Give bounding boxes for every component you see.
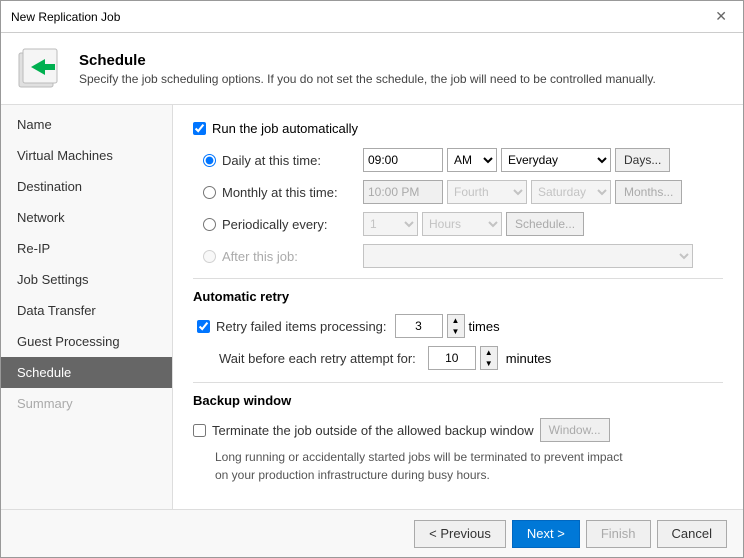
header-description: Specify the job scheduling options. If y…: [79, 72, 656, 86]
wait-unit: minutes: [506, 351, 552, 366]
retry-failed-row: Retry failed items processing: ▲ ▼ times: [193, 314, 723, 338]
daily-row: Daily at this time: AM PM Everyday Weekd…: [193, 148, 723, 172]
wait-spinner: ▲ ▼: [480, 346, 498, 370]
divider-2: [193, 382, 723, 383]
body: Name Virtual Machines Destination Networ…: [1, 105, 743, 509]
daily-ampm-select[interactable]: AM PM: [447, 148, 497, 172]
run-auto-row: Run the job automatically: [193, 121, 723, 136]
retry-times-up[interactable]: ▲: [448, 315, 464, 326]
retry-times-unit: times: [469, 319, 500, 334]
terminate-label[interactable]: Terminate the job outside of the allowed…: [212, 423, 534, 438]
days-button[interactable]: Days...: [615, 148, 670, 172]
sidebar-item-schedule[interactable]: Schedule: [1, 357, 172, 388]
wait-down[interactable]: ▼: [481, 358, 497, 369]
after-job-dropdown[interactable]: [363, 244, 693, 268]
periodically-radio-label[interactable]: Periodically every:: [203, 217, 363, 232]
wait-label: Wait before each retry attempt for:: [219, 351, 416, 366]
after-job-radio[interactable]: [203, 250, 216, 263]
after-job-row: After this job:: [193, 244, 723, 268]
retry-failed-label[interactable]: Retry failed items processing:: [197, 319, 387, 334]
retry-times-spinner: ▲ ▼: [447, 314, 465, 338]
main-window: New Replication Job ✕ Schedule Specify t…: [0, 0, 744, 558]
wizard-icon: [17, 45, 65, 93]
sidebar-item-virtual-machines[interactable]: Virtual Machines: [1, 140, 172, 171]
divider-1: [193, 278, 723, 279]
title-bar: New Replication Job ✕: [1, 1, 743, 33]
retry-field: ▲ ▼ times: [395, 314, 500, 338]
daily-frequency-select[interactable]: Everyday Weekdays Weekends: [501, 148, 611, 172]
monthly-controls: First Second Third Fourth Last Sunday Mo…: [363, 180, 682, 204]
backup-terminate-row: Terminate the job outside of the allowed…: [193, 418, 723, 442]
periodically-controls: 1 Minutes Hours Schedule...: [363, 212, 584, 236]
header-text: Schedule Specify the job scheduling opti…: [79, 52, 656, 86]
backup-section-title: Backup window: [193, 393, 723, 408]
daily-radio[interactable]: [203, 154, 216, 167]
previous-button[interactable]: < Previous: [414, 520, 506, 548]
sidebar: Name Virtual Machines Destination Networ…: [1, 105, 173, 509]
sidebar-item-re-ip[interactable]: Re-IP: [1, 233, 172, 264]
wait-up[interactable]: ▲: [481, 347, 497, 358]
months-button[interactable]: Months...: [615, 180, 682, 204]
periodically-radio[interactable]: [203, 218, 216, 231]
retry-section-title: Automatic retry: [193, 289, 723, 304]
close-button[interactable]: ✕: [709, 6, 733, 27]
run-automatically-checkbox[interactable]: [193, 122, 206, 135]
sidebar-item-destination[interactable]: Destination: [1, 171, 172, 202]
next-button[interactable]: Next >: [512, 520, 580, 548]
terminate-checkbox[interactable]: [193, 424, 206, 437]
monthly-occurrence-select[interactable]: First Second Third Fourth Last: [447, 180, 527, 204]
monthly-time-input[interactable]: [363, 180, 443, 204]
periodically-row: Periodically every: 1 Minutes Hours Sche…: [193, 212, 723, 236]
monthly-row: Monthly at this time: First Second Third…: [193, 180, 723, 204]
header-title: Schedule: [79, 52, 656, 69]
sidebar-item-guest-processing[interactable]: Guest Processing: [1, 326, 172, 357]
sidebar-item-summary: Summary: [1, 388, 172, 419]
monthly-radio[interactable]: [203, 186, 216, 199]
finish-button[interactable]: Finish: [586, 520, 651, 548]
run-automatically-label[interactable]: Run the job automatically: [212, 121, 358, 136]
retry-times-input[interactable]: [395, 314, 443, 338]
daily-time-input[interactable]: [363, 148, 443, 172]
retry-failed-checkbox[interactable]: [197, 320, 210, 333]
header-panel: Schedule Specify the job scheduling opti…: [1, 33, 743, 105]
monthly-day-select[interactable]: Sunday Monday Tuesday Wednesday Thursday…: [531, 180, 611, 204]
content-area: Run the job automatically Daily at this …: [173, 105, 743, 509]
retry-section: Automatic retry Retry failed items proce…: [193, 289, 723, 370]
window-title: New Replication Job: [11, 10, 120, 24]
wait-row: Wait before each retry attempt for: ▲ ▼ …: [193, 346, 723, 370]
sidebar-item-network[interactable]: Network: [1, 202, 172, 233]
retry-times-down[interactable]: ▼: [448, 326, 464, 337]
wait-value-input[interactable]: [428, 346, 476, 370]
periodically-unit-select[interactable]: Minutes Hours: [422, 212, 502, 236]
sidebar-item-data-transfer[interactable]: Data Transfer: [1, 295, 172, 326]
backup-description: Long running or accidentally started job…: [193, 448, 723, 484]
schedule-button[interactable]: Schedule...: [506, 212, 584, 236]
window-button[interactable]: Window...: [540, 418, 610, 442]
cancel-button[interactable]: Cancel: [657, 520, 727, 548]
sidebar-item-name[interactable]: Name: [1, 109, 172, 140]
daily-controls: AM PM Everyday Weekdays Weekends Days...: [363, 148, 670, 172]
daily-radio-label[interactable]: Daily at this time:: [203, 153, 363, 168]
after-job-label[interactable]: After this job:: [203, 249, 363, 264]
sidebar-item-job-settings[interactable]: Job Settings: [1, 264, 172, 295]
monthly-radio-label[interactable]: Monthly at this time:: [203, 185, 363, 200]
footer: < Previous Next > Finish Cancel: [1, 509, 743, 557]
periodically-value-select[interactable]: 1: [363, 212, 418, 236]
backup-section: Backup window Terminate the job outside …: [193, 393, 723, 484]
